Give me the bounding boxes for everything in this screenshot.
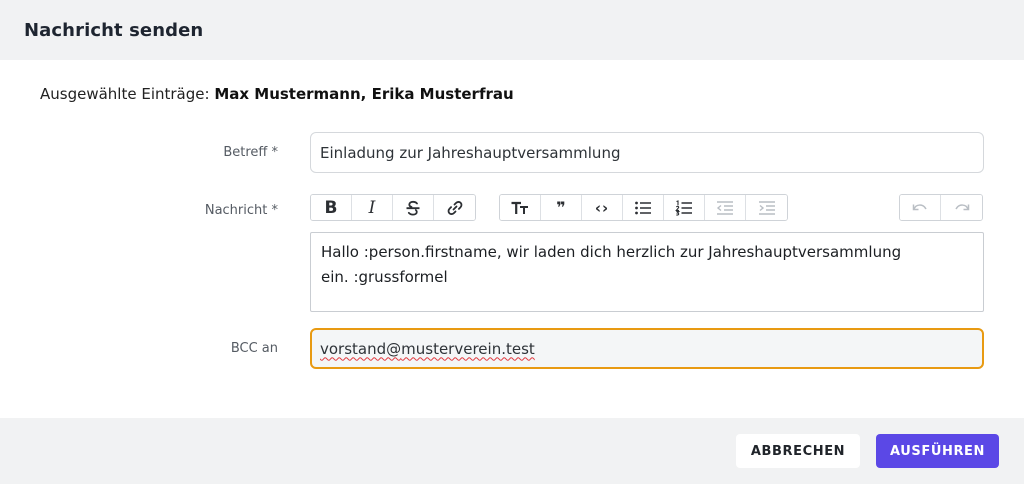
dialog-footer <box>0 418 1024 484</box>
toolbar-format-group: B I <box>310 194 476 221</box>
strikethrough-button[interactable] <box>393 195 434 220</box>
message-label: Nachricht * <box>204 203 278 218</box>
quote-icon: ❞ <box>556 198 566 217</box>
bcc-value-local: vorstand@ <box>320 339 402 358</box>
code-icon: ‹› <box>594 198 610 217</box>
quote-button[interactable]: ❞ <box>541 195 582 220</box>
subject-input[interactable]: Einladung zur Jahreshauptversammlung <box>310 132 984 173</box>
redo-icon <box>954 203 969 210</box>
link-icon <box>447 200 462 215</box>
italic-button[interactable]: I <box>352 195 393 220</box>
bold-icon: B <box>324 197 338 218</box>
undo-icon <box>912 203 927 210</box>
bcc-value: vorstand@musterverein.test <box>320 340 535 358</box>
bcc-value-domain: musterverein.test <box>401 339 535 358</box>
redo-button[interactable] <box>941 195 982 220</box>
bcc-input[interactable]: vorstand@musterverein.test <box>310 328 984 369</box>
toolbar-history-group <box>899 194 983 221</box>
subject-label: Betreff * <box>223 145 278 160</box>
toolbar-block-group: ❞ ‹› <box>499 194 788 221</box>
numbered-list-button[interactable] <box>664 195 705 220</box>
indent-button[interactable] <box>746 195 787 220</box>
link-button[interactable] <box>434 195 475 220</box>
outdent-button[interactable] <box>705 195 746 220</box>
cancel-button[interactable]: ABBRECHEN <box>736 434 860 468</box>
subject-value: Einladung zur Jahreshauptversammlung <box>320 143 621 162</box>
selected-entries-names: Max Mustermann, Erika Musterfrau <box>214 85 514 103</box>
bullet-list-icon <box>635 201 651 214</box>
message-line-2: ein. :grussformel <box>321 268 448 286</box>
code-button[interactable]: ‹› <box>582 195 623 220</box>
run-button[interactable]: AUSFÜHREN <box>876 434 999 468</box>
dialog-header: Nachricht senden <box>0 0 1024 60</box>
numbered-list-icon <box>675 199 692 216</box>
message-editor[interactable]: Hallo :person.firstname, wir laden dich … <box>310 232 984 312</box>
heading-button[interactable] <box>500 195 541 220</box>
selected-entries-label: Ausgewählte Einträge: <box>40 85 210 103</box>
italic-icon: I <box>368 197 376 218</box>
send-message-dialog: Nachricht senden Ausgewählte Einträge: M… <box>0 0 1024 484</box>
selected-entries: Ausgewählte Einträge: Max Mustermann, Er… <box>40 85 514 103</box>
dialog-title: Nachricht senden <box>24 19 204 41</box>
heading-icon <box>511 201 528 214</box>
indent-icon <box>758 200 775 215</box>
outdent-icon <box>716 200 733 215</box>
strikethrough-icon <box>406 200 420 216</box>
bold-button[interactable]: B <box>311 195 352 220</box>
message-line-1: Hallo :person.firstname, wir laden dich … <box>321 243 902 261</box>
bcc-label: BCC an <box>230 341 278 356</box>
bullet-list-button[interactable] <box>623 195 664 220</box>
undo-button[interactable] <box>900 195 941 220</box>
